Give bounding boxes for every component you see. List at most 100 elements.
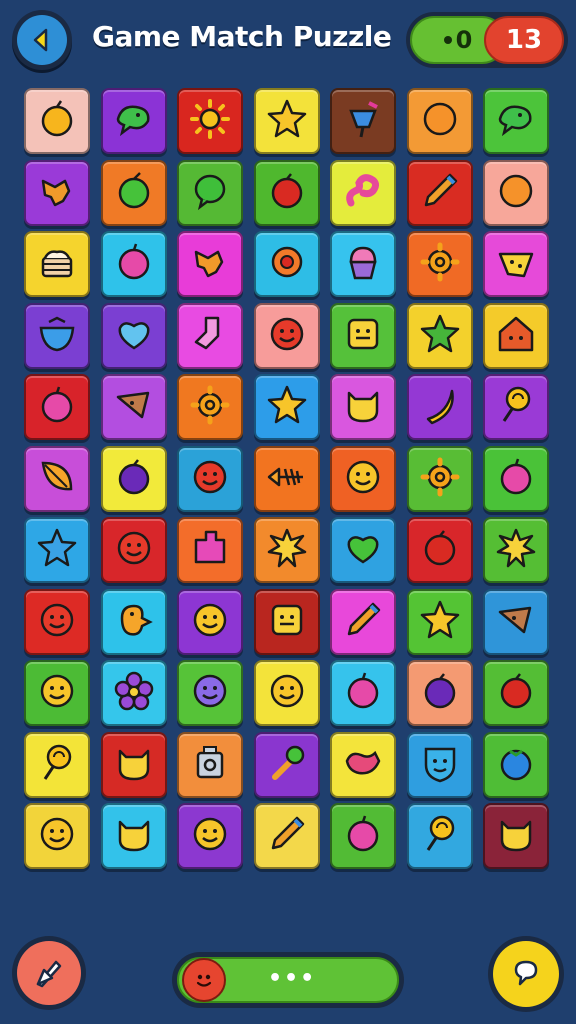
game-tile[interactable] bbox=[100, 159, 167, 226]
game-tile[interactable] bbox=[177, 731, 243, 798]
game-tile[interactable] bbox=[24, 159, 90, 226]
pink-sock-icon bbox=[188, 312, 232, 360]
pink-worm-icon bbox=[341, 169, 385, 217]
game-tile[interactable] bbox=[330, 374, 396, 440]
red-face-icon bbox=[265, 312, 309, 360]
game-tile[interactable] bbox=[483, 660, 549, 726]
back-button[interactable] bbox=[12, 10, 72, 70]
game-tile[interactable] bbox=[177, 660, 243, 726]
game-tile[interactable] bbox=[100, 803, 167, 869]
game-tile[interactable] bbox=[253, 302, 320, 369]
game-tile[interactable] bbox=[100, 302, 167, 369]
yellow-cat-icon bbox=[112, 812, 156, 860]
game-tile[interactable] bbox=[24, 660, 90, 726]
game-tile[interactable] bbox=[253, 517, 320, 583]
game-tile[interactable] bbox=[406, 374, 473, 440]
game-tile[interactable] bbox=[100, 374, 167, 440]
game-tile[interactable] bbox=[483, 803, 549, 869]
game-tile[interactable] bbox=[406, 445, 473, 512]
game-tile[interactable] bbox=[100, 517, 167, 583]
game-tile[interactable] bbox=[100, 660, 167, 726]
game-tile[interactable] bbox=[406, 588, 473, 655]
game-tile[interactable] bbox=[253, 660, 320, 726]
block-face-icon bbox=[341, 312, 385, 360]
red-face-icon bbox=[112, 526, 156, 574]
game-tile[interactable] bbox=[253, 731, 320, 798]
game-tile[interactable] bbox=[177, 517, 243, 583]
game-tile[interactable] bbox=[483, 231, 549, 297]
game-tile[interactable] bbox=[24, 803, 90, 869]
game-tile[interactable] bbox=[177, 159, 243, 226]
game-tile[interactable] bbox=[177, 588, 243, 655]
game-tile[interactable] bbox=[100, 231, 167, 297]
game-tile[interactable] bbox=[483, 159, 549, 226]
game-tile[interactable] bbox=[100, 88, 167, 154]
game-tile[interactable] bbox=[100, 588, 167, 655]
game-tile[interactable] bbox=[406, 517, 473, 583]
game-tile[interactable] bbox=[253, 445, 320, 512]
bird-icon bbox=[494, 598, 538, 646]
game-tile[interactable] bbox=[330, 302, 396, 369]
game-tile[interactable] bbox=[24, 374, 90, 440]
game-tile[interactable] bbox=[24, 88, 90, 154]
red-apple-icon bbox=[494, 669, 538, 717]
game-tile[interactable] bbox=[24, 231, 90, 297]
duck-icon bbox=[112, 598, 156, 646]
yellow-cat-icon bbox=[494, 812, 538, 860]
game-tile[interactable] bbox=[330, 660, 396, 726]
blue-shield-icon bbox=[418, 741, 462, 789]
game-tile[interactable] bbox=[177, 445, 243, 512]
lollipop-icon bbox=[418, 812, 462, 860]
game-tile[interactable] bbox=[100, 445, 167, 512]
game-tile[interactable] bbox=[177, 231, 243, 297]
game-tile[interactable] bbox=[483, 517, 549, 583]
game-tile[interactable] bbox=[406, 159, 473, 226]
game-tile[interactable] bbox=[330, 231, 396, 297]
game-tile[interactable] bbox=[177, 803, 243, 869]
score-counter: 13 bbox=[484, 16, 564, 64]
game-tile[interactable] bbox=[406, 803, 473, 869]
burst-icon bbox=[494, 526, 538, 574]
game-tile[interactable] bbox=[253, 803, 320, 869]
green-star-icon bbox=[418, 312, 462, 360]
game-tile[interactable] bbox=[253, 88, 320, 154]
game-tile[interactable] bbox=[177, 88, 243, 154]
game-tile[interactable] bbox=[483, 445, 549, 512]
hint-button[interactable] bbox=[12, 936, 86, 1010]
game-tile[interactable] bbox=[177, 374, 243, 440]
game-tile[interactable] bbox=[483, 588, 549, 655]
game-tile[interactable] bbox=[24, 445, 90, 512]
fish-bone-icon bbox=[265, 455, 309, 503]
game-tile[interactable] bbox=[330, 159, 396, 226]
game-tile[interactable] bbox=[330, 803, 396, 869]
page-title: Game Match Puzzle bbox=[92, 20, 392, 53]
game-tile[interactable] bbox=[483, 88, 549, 154]
game-tile[interactable] bbox=[406, 660, 473, 726]
game-tile[interactable] bbox=[483, 374, 549, 440]
game-tile[interactable] bbox=[24, 302, 90, 369]
game-tile[interactable] bbox=[253, 231, 320, 297]
game-tile[interactable] bbox=[330, 88, 396, 154]
game-tile[interactable] bbox=[330, 517, 396, 583]
game-tile[interactable] bbox=[24, 731, 90, 798]
progress-label: ••• bbox=[268, 966, 317, 991]
game-tile[interactable] bbox=[24, 517, 90, 583]
shuffle-button[interactable] bbox=[488, 936, 564, 1012]
game-tile[interactable] bbox=[406, 731, 473, 798]
game-tile[interactable] bbox=[253, 588, 320, 655]
game-tile[interactable] bbox=[406, 231, 473, 297]
game-board bbox=[24, 88, 552, 874]
game-tile[interactable] bbox=[483, 731, 549, 798]
game-tile[interactable] bbox=[330, 588, 396, 655]
lollipop-icon bbox=[494, 383, 538, 431]
game-tile[interactable] bbox=[177, 302, 243, 369]
game-tile[interactable] bbox=[406, 88, 473, 154]
game-tile[interactable] bbox=[24, 588, 90, 655]
game-tile[interactable] bbox=[253, 374, 320, 440]
game-tile[interactable] bbox=[406, 302, 473, 369]
game-tile[interactable] bbox=[330, 445, 396, 512]
game-tile[interactable] bbox=[100, 731, 167, 798]
game-tile[interactable] bbox=[483, 302, 549, 369]
game-tile[interactable] bbox=[253, 159, 320, 226]
game-tile[interactable] bbox=[330, 731, 396, 798]
